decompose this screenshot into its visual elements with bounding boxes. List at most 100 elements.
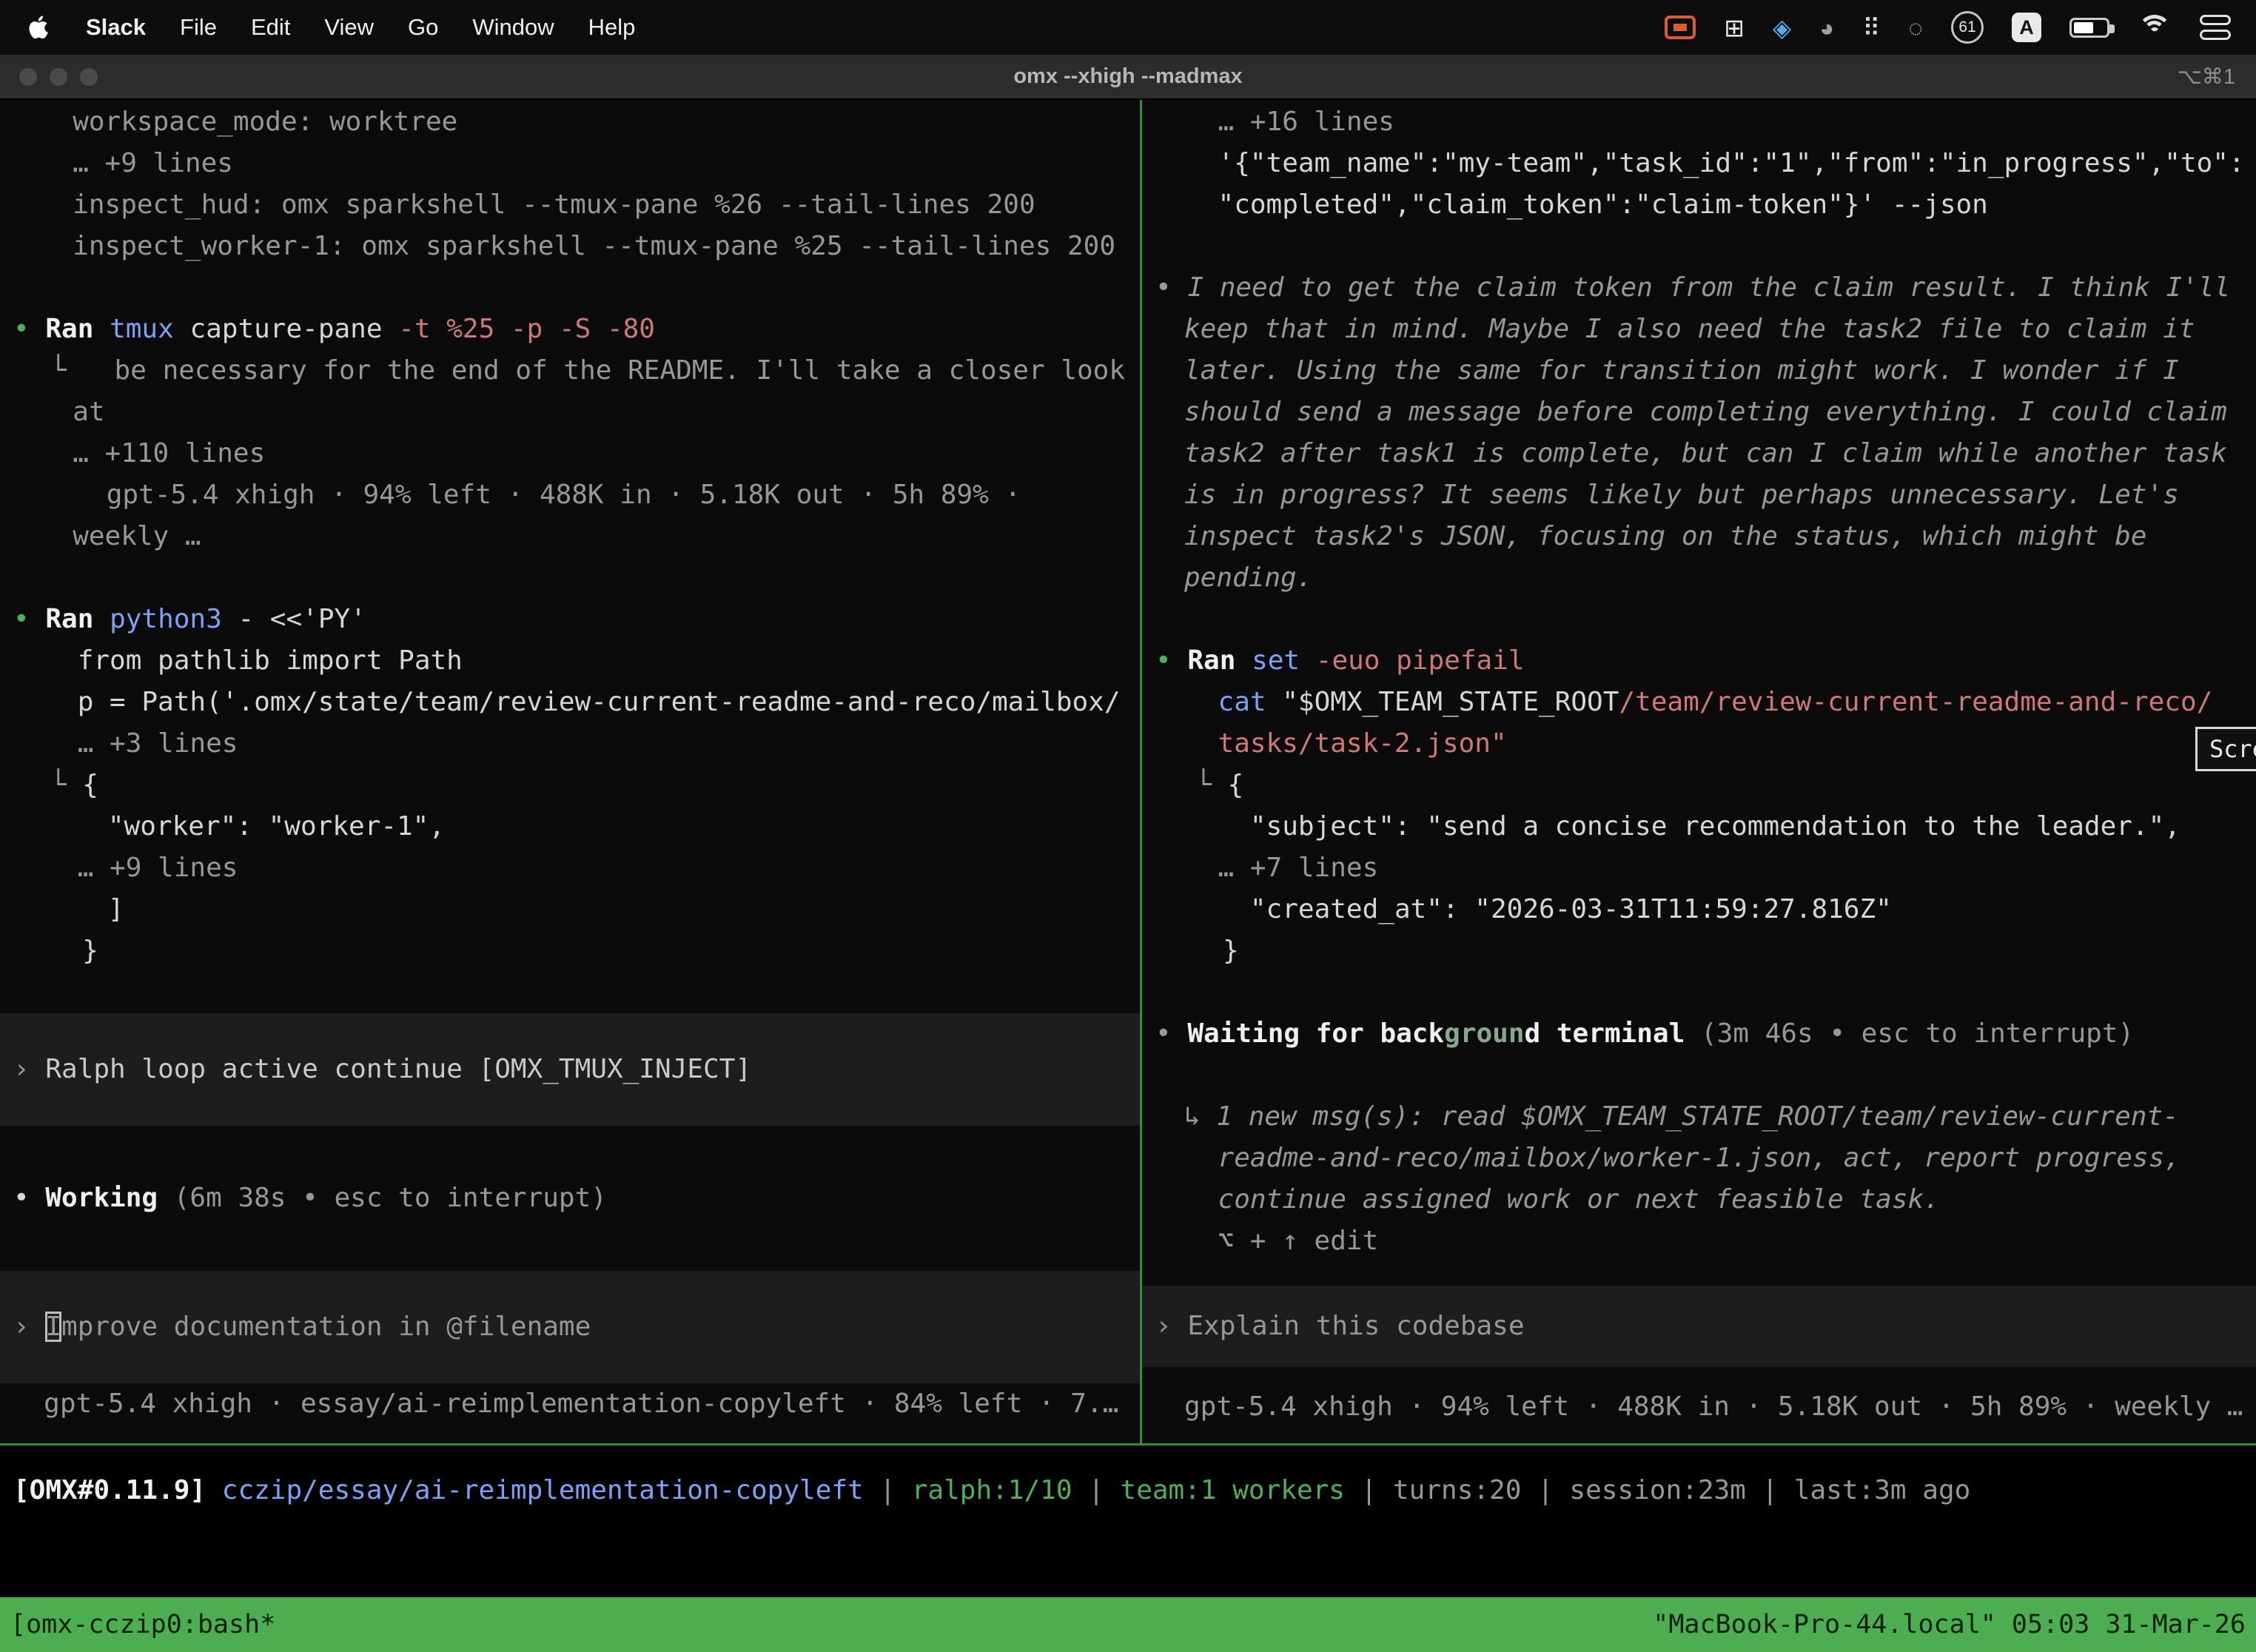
- text-segment: inspect_worker-1: omx sparkshell --tmux-…: [73, 231, 1115, 261]
- minimize-button[interactable]: [50, 68, 67, 86]
- text-segment: readme-and-reco/mailbox/worker-1.json, a…: [1218, 1143, 2181, 1173]
- zoom-button[interactable]: [80, 68, 98, 86]
- menu-edit[interactable]: Edit: [251, 14, 290, 41]
- terminal-line: later. Using the same for transition mig…: [1155, 350, 2256, 392]
- edit-hint: ⌥ + ↑ edit: [1155, 1220, 2256, 1262]
- text-segment: •: [13, 314, 45, 344]
- menu-help[interactable]: Help: [588, 14, 636, 41]
- terminal-left-pane[interactable]: workspace_mode: worktree… +9 linesinspec…: [0, 101, 1140, 1443]
- terminal-line: inspect task2's JSON, focusing on the st…: [1155, 516, 2256, 557]
- terminal-line: "completed","claim_token":"claim-token"}…: [1155, 184, 2256, 226]
- menu-left: Slack File Edit View Go Window Help: [25, 12, 635, 43]
- terminal-line: readme-and-reco/mailbox/worker-1.json, a…: [1155, 1138, 2256, 1179]
- terminal-line: … +7 lines: [1155, 847, 2256, 889]
- window-shortcut-hint: ⌥⌘1: [2177, 64, 2235, 90]
- text-segment: be necessary for the end of the README. …: [115, 355, 1125, 386]
- menu-go[interactable]: Go: [408, 14, 438, 41]
- text-segment: task2 after task1 is complete, but can I…: [1184, 438, 2227, 469]
- terminal-line: pending.: [1155, 557, 2256, 599]
- text-segment: |: [1072, 1475, 1121, 1505]
- band-text: › Improve documentation in @filename: [13, 1306, 591, 1348]
- text-segment: |: [1345, 1475, 1393, 1505]
- text-segment: └: [50, 355, 115, 386]
- wifi-icon[interactable]: [2138, 15, 2172, 40]
- battery-icon[interactable]: [2069, 18, 2109, 38]
- prompt-suggestion[interactable]: › Explain this codebase: [1142, 1286, 2256, 1367]
- text-segment: '{"team_name":"my-team","task_id":"1","f…: [1218, 148, 2245, 178]
- blue-diamond-icon[interactable]: ◈: [1773, 16, 1791, 40]
- terminal-line: • Ran tmux capture-pane -t %25 -p -S -80: [13, 309, 1140, 350]
- desktop: Slack File Edit View Go Window Help ⊞ ◈ ◕ ⠿ ◌ 61 A o…: [0, 0, 2256, 1652]
- text-segment: groun: [1444, 1018, 1524, 1049]
- terminal-line: weekly …: [13, 516, 1140, 557]
- window-controls: [19, 68, 98, 86]
- window-title: omx --xhigh --madmax: [1013, 64, 1242, 89]
- text-segment: "created_at": "2026-03-31T11:59:27.816Z": [1250, 894, 1892, 924]
- tmux-status-bar: [omx-cczip0:bash* "MacBook-Pro-44.local"…: [0, 1597, 2256, 1652]
- text-segment: -euo pipefail: [1316, 645, 1525, 676]
- text-segment: cczip/essay/ai-reimplementation-copyleft: [222, 1475, 864, 1505]
- window-title-bar[interactable]: omx --xhigh --madmax ⌥⌘1: [0, 55, 2256, 100]
- text-segment: I need to get the claim token from the c…: [1187, 272, 2230, 303]
- text-segment: (6m 38s • esc to interrupt): [174, 1183, 607, 1213]
- text-segment: Ran: [1187, 645, 1252, 676]
- text-segment: turns:20: [1393, 1475, 1521, 1505]
- terminal-line: gpt-5.4 xhigh · 94% left · 488K in · 5.1…: [13, 474, 1140, 516]
- text-segment: 1 new msg(s): read $OMX_TEAM_STATE_ROOT/…: [1216, 1101, 2178, 1132]
- close-button[interactable]: [19, 68, 37, 86]
- text-segment: [OMX#0.11.9]: [13, 1475, 222, 1505]
- text-segment: -t %25 -p -S -80: [398, 314, 655, 344]
- dots-grid-icon[interactable]: ⠿: [1862, 16, 1880, 40]
- text-segment: |: [1746, 1475, 1794, 1505]
- text-segment: "subject": "send a concise recommendatio…: [1250, 811, 2181, 842]
- text-cursor: I: [45, 1312, 61, 1342]
- text-segment: continue assigned work or next feasible …: [1218, 1184, 1940, 1215]
- apple-menu-icon[interactable]: [25, 12, 52, 43]
- spacer: [1155, 226, 2256, 267]
- grid-icon[interactable]: ⊞: [1724, 16, 1745, 40]
- terminal-line: ↳ 1 new msg(s): read $OMX_TEAM_STATE_ROO…: [1155, 1096, 2256, 1138]
- keyboard-layout-icon[interactable]: A: [2012, 13, 2041, 42]
- omx-status-bar: [OMX#0.11.9] cczip/essay/ai-reimplementa…: [13, 1470, 2256, 1511]
- text-segment: •: [13, 604, 45, 634]
- dark-app-icon[interactable]: ◕: [1819, 16, 1834, 40]
- prompt-input[interactable]: › Improve documentation in @filename: [0, 1271, 1140, 1383]
- terminal-line: '{"team_name":"my-team","task_id":"1","f…: [1155, 143, 2256, 184]
- terminal-line: should send a message before completing …: [1155, 392, 2256, 433]
- menu-file[interactable]: File: [180, 14, 217, 41]
- control-center-icon[interactable]: [2200, 15, 2231, 40]
- terminal-right-pane[interactable]: … +16 lines'{"team_name":"my-team","task…: [1142, 101, 2256, 1443]
- terminal-line: inspect_worker-1: omx sparkshell --tmux-…: [13, 226, 1140, 267]
- terminal-line: • I need to get the claim token from the…: [1155, 267, 2256, 309]
- terminal-line: cat "$OMX_TEAM_STATE_ROOT/team/review-cu…: [1155, 682, 2256, 723]
- text-segment: Explain this codebase: [1187, 1311, 1524, 1341]
- text-segment: set: [1252, 645, 1316, 676]
- text-segment: weekly …: [73, 521, 201, 551]
- menu-slack[interactable]: Slack: [86, 14, 146, 41]
- screen-recording-icon[interactable]: [1665, 16, 1696, 39]
- menu-view[interactable]: View: [324, 14, 374, 41]
- ghost-app-icon[interactable]: ◌: [1908, 16, 1923, 40]
- battery-gauge-badge[interactable]: 61: [1951, 11, 1984, 44]
- text-segment: Ran: [45, 314, 110, 344]
- spacer: [1155, 599, 2256, 640]
- text-segment: capture-pane: [189, 314, 398, 344]
- spacer: [1155, 1262, 2256, 1286]
- text-segment: •: [1155, 272, 1187, 303]
- text-segment: └: [50, 770, 82, 800]
- text-segment: team:1 workers: [1121, 1475, 1345, 1505]
- text-segment: •: [13, 1183, 45, 1213]
- text-segment: … +110 lines: [73, 438, 265, 469]
- terminal-line: … +3 lines: [13, 723, 1140, 765]
- menu-window[interactable]: Window: [472, 14, 554, 41]
- text-segment: tasks/task-2.json": [1218, 728, 1507, 759]
- text-segment: is in progress? It seems likely but perh…: [1184, 480, 2179, 510]
- spacer: [1155, 1367, 2256, 1386]
- text-segment: ]: [108, 894, 124, 924]
- text-segment: tmux: [110, 314, 189, 344]
- text-segment: cat: [1218, 687, 1283, 717]
- text-segment: •: [1155, 645, 1187, 676]
- ralph-loop-banner: › Ralph loop active continue [OMX_TMUX_I…: [0, 1013, 1140, 1126]
- text-segment: at: [73, 397, 104, 427]
- text-segment: … +9 lines: [73, 148, 233, 178]
